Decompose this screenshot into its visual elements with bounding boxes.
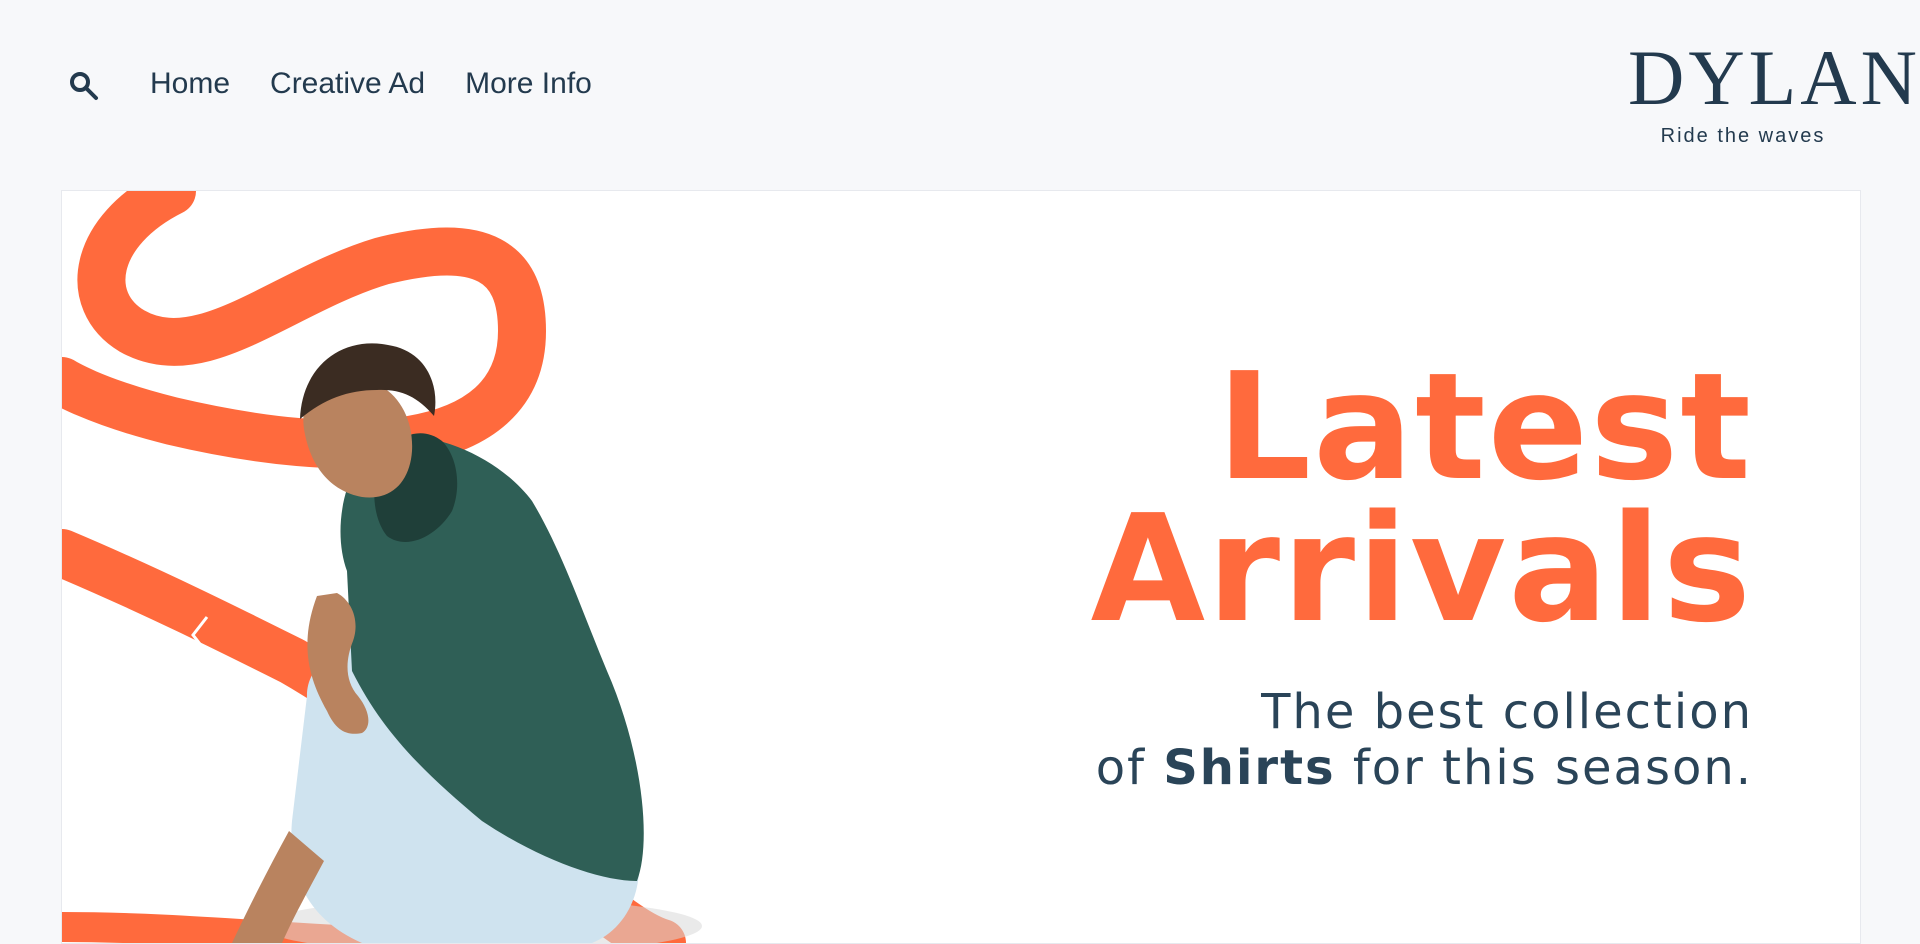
hero-subtitle-suffix: for this season. [1352,740,1753,796]
nav-home-link[interactable]: Home [150,62,230,106]
hero-copy: Latest Arrivals The best collection of S… [933,353,1753,796]
search-icon [70,72,98,100]
hero-title: Latest Arrivals [933,353,1753,643]
main-nav: Home Creative Ad More Info [150,62,592,106]
hero-subtitle: The best collection of Shirts for this s… [933,684,1753,796]
hero-subtitle-prefix: of [1095,740,1146,796]
site-header: Home Creative Ad More Info DYLAN Ride th… [0,0,1920,190]
brand-logo[interactable]: DYLAN Ride the waves [1628,34,1920,148]
hero-title-line-2: Arrivals [1090,483,1753,655]
brand-name: DYLAN [1628,34,1920,121]
hero-subtitle-highlight: Shirts [1163,740,1336,796]
hero-model-illustration [62,191,702,943]
hero-banner: Latest Arrivals The best collection of S… [61,190,1861,944]
hero-subtitle-line-1: The best collection [1261,684,1753,740]
carousel-prev-button[interactable] [182,609,218,661]
chevron-left-icon [191,616,209,654]
search-button[interactable] [68,70,100,102]
nav-more-info-link[interactable]: More Info [465,62,592,106]
brand-tagline: Ride the waves [1660,125,1826,147]
nav-creative-ad-link[interactable]: Creative Ad [270,62,425,106]
